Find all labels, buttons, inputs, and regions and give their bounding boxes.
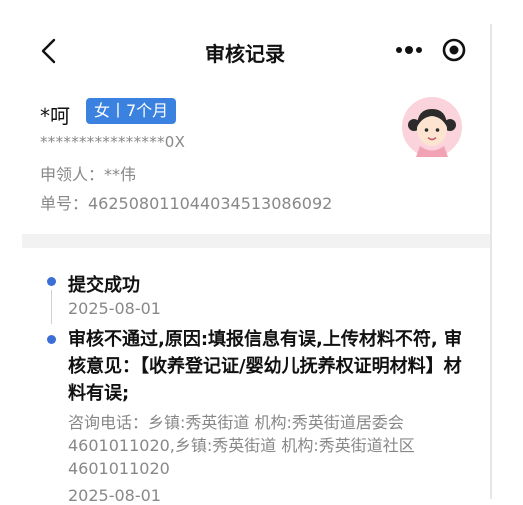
timeline-step-title: 提交成功	[68, 275, 140, 296]
timeline-dot	[47, 277, 56, 286]
timeline-step-date: 2025-08-01	[68, 299, 161, 318]
timeline-dot	[47, 335, 56, 344]
timeline-line	[51, 290, 52, 324]
section-divider	[22, 234, 490, 248]
screen-edge	[490, 24, 492, 499]
target-icon[interactable]	[440, 36, 468, 64]
gender-age-badge: 女丨7个月	[86, 98, 177, 124]
timeline-step-title: 审核不通过,原因:填报信息有误,上传材料不符, 审核意见：【收养登记证/婴幼儿抚…	[68, 329, 462, 404]
id-number: ****************0X	[40, 133, 186, 151]
nav-bar: 审核记录	[0, 20, 490, 80]
avatar-girl-icon	[402, 97, 462, 157]
timeline-step-date: 2025-08-01	[68, 486, 161, 505]
timeline-step-info: 咨询电话：乡镇:秀英街道 机构:秀英街道居委会4601011020,乡镇:秀英街…	[68, 413, 415, 478]
applicant: 申领人：**伟	[40, 165, 137, 184]
mini-program-capsule	[380, 32, 478, 68]
order-number: 单号：46250801104403451308609​2	[40, 194, 333, 213]
more-dots-icon[interactable]	[392, 38, 426, 62]
child-name: *呵	[40, 104, 70, 128]
phone-screen: 审核记录 *呵 女丨7个月 ****************0X 申领人：**伟…	[0, 0, 523, 505]
